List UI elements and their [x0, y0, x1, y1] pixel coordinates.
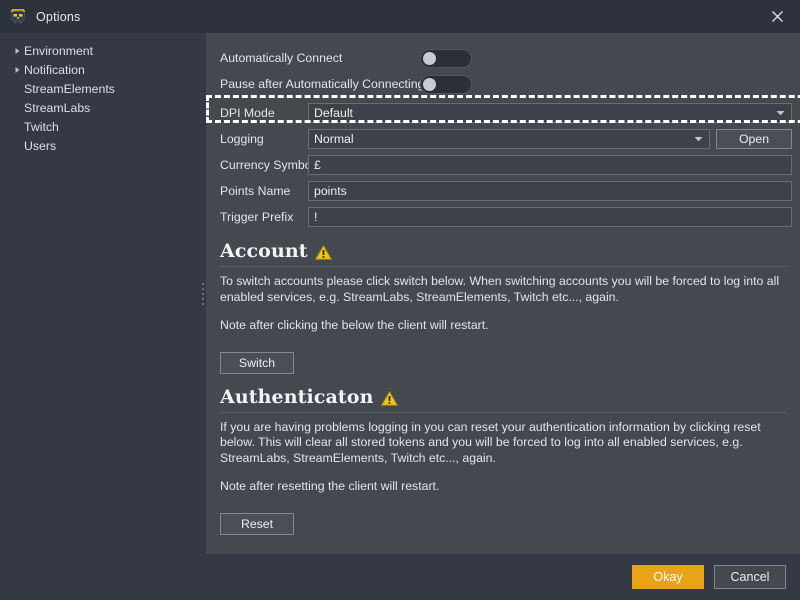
currency-symbol-label: Currency Symbol	[220, 158, 315, 172]
auth-section-divider	[220, 411, 786, 413]
row-currency-symbol: Currency Symbol	[220, 152, 792, 178]
auth-section-title: Authenticaton	[220, 385, 374, 408]
drag-grip-icon	[202, 282, 204, 305]
trigger-prefix-label: Trigger Prefix	[220, 210, 294, 224]
points-name-input[interactable]	[308, 181, 792, 201]
logging-label: Logging	[220, 132, 264, 146]
points-name-label: Points Name	[220, 184, 291, 198]
options-dialog: Options Environment Notification StreamE…	[0, 0, 800, 600]
sidebar-item-label: StreamElements	[24, 81, 115, 96]
automatically-connect-toggle[interactable]	[420, 48, 472, 68]
toggle-knob	[423, 77, 436, 91]
account-paragraph-1: To switch accounts please click switch b…	[220, 274, 780, 304]
account-section-title: Account	[220, 240, 308, 262]
pause-after-connecting-toggle[interactable]	[420, 74, 472, 94]
title-bar: Options	[0, 0, 800, 33]
account-section-header: Account	[220, 242, 792, 261]
auth-button-wrap: Reset	[220, 512, 792, 535]
logging-value: Normal	[314, 132, 354, 146]
warning-triangle-icon	[314, 245, 332, 260]
row-trigger-prefix: Trigger Prefix	[220, 204, 792, 230]
trigger-prefix-input[interactable]	[308, 207, 792, 227]
pause-after-connecting-label: Pause after Automatically Connecting	[220, 77, 425, 91]
chevron-down-icon	[776, 110, 785, 116]
account-section-divider	[220, 266, 786, 267]
automatically-connect-label: Automatically Connect	[220, 51, 343, 65]
sidebar-item-users[interactable]: Users	[0, 136, 200, 155]
auth-section-header: Authenticaton	[220, 385, 792, 408]
settings-tree: Environment Notification StreamElements …	[0, 33, 200, 554]
row-logging: Logging Normal Open	[220, 126, 792, 152]
sidebar-item-label: StreamLabs	[24, 100, 91, 115]
dpi-mode-select[interactable]: Default	[308, 103, 792, 123]
account-button-wrap: Switch	[220, 351, 792, 374]
sidebar-item-twitch[interactable]: Twitch	[0, 117, 200, 136]
chevron-right-icon[interactable]	[10, 66, 24, 74]
window-title: Options	[36, 9, 81, 24]
auth-paragraph-2: Note after resetting the client will res…	[220, 479, 440, 493]
dialog-footer: Okay Cancel	[0, 554, 800, 600]
sidebar-item-label: Notification	[24, 62, 85, 77]
sidebar-item-label: Environment	[24, 43, 94, 58]
logging-select[interactable]: Normal	[308, 129, 710, 149]
settings-panel: Automatically Connect Pause after Automa…	[206, 33, 800, 554]
close-icon[interactable]	[754, 0, 800, 33]
currency-symbol-input[interactable]	[308, 155, 792, 175]
account-paragraph-2: Note after clicking the below the client…	[220, 318, 489, 332]
open-log-button[interactable]: Open	[716, 129, 792, 149]
switch-account-button[interactable]: Switch	[220, 351, 294, 374]
sidebar-item-environment[interactable]: Environment	[0, 41, 200, 60]
row-points-name: Points Name	[220, 178, 792, 204]
warning-triangle-icon	[380, 390, 398, 406]
settings-content: Automatically Connect Pause after Automa…	[206, 33, 800, 554]
chevron-down-icon	[694, 136, 703, 142]
sidebar-item-streamelements[interactable]: StreamElements	[0, 79, 200, 98]
sidebar-item-notification[interactable]: Notification	[0, 60, 200, 79]
auth-paragraph-1: If you are having problems logging in yo…	[220, 419, 761, 465]
sidebar-item-label: Users	[24, 138, 57, 153]
chevron-right-icon[interactable]	[10, 47, 24, 55]
dpi-mode-value: Default	[314, 106, 353, 120]
dpi-mode-label: DPI Mode	[220, 106, 275, 120]
owl-logo-icon	[9, 8, 27, 26]
okay-button[interactable]: Okay	[632, 565, 704, 589]
dialog-body: Environment Notification StreamElements …	[0, 33, 800, 554]
toggle-knob	[423, 51, 436, 65]
row-automatically-connect: Automatically Connect	[220, 45, 792, 71]
cancel-button[interactable]: Cancel	[714, 565, 786, 589]
sidebar-item-streamlabs[interactable]: StreamLabs	[0, 98, 200, 117]
row-pause-after-connecting: Pause after Automatically Connecting	[220, 71, 792, 97]
sidebar-item-label: Twitch	[24, 119, 59, 134]
reset-auth-button[interactable]: Reset	[220, 512, 294, 535]
row-dpi-mode: DPI Mode Default	[220, 100, 792, 126]
